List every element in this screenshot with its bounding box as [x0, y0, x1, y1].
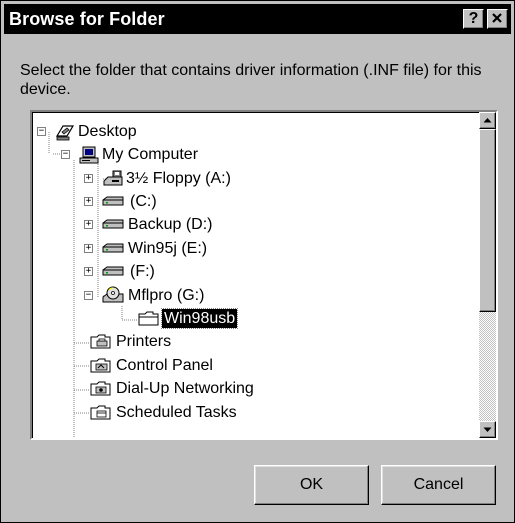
tree-item-label: Desktop — [78, 123, 137, 140]
floppy-drive-icon — [103, 170, 123, 186]
desktop-icon — [55, 125, 75, 141]
tree-item-label: Win95j (E:) — [128, 240, 208, 257]
expand-toggle[interactable]: + — [84, 267, 93, 276]
hard-drive-icon — [102, 196, 124, 206]
printers-folder-icon — [90, 334, 111, 349]
tree-item-drive-f[interactable]: + (F:) — [32, 260, 192, 284]
tree-item-drive-e[interactable]: + Win95j (E:) — [32, 237, 232, 261]
tree-item-label: Backup (D:) — [128, 216, 213, 233]
hard-drive-icon — [102, 266, 124, 276]
tree-item-drive-g[interactable]: − Mflpro (G:) — [32, 284, 232, 308]
instruction-text: Select the folder that contains driver i… — [20, 62, 482, 98]
tree-item-label: (F:) — [130, 263, 155, 280]
close-icon — [492, 13, 502, 23]
close-button[interactable] — [487, 9, 508, 29]
tree-item-label: My Computer — [102, 146, 199, 163]
dialup-networking-icon — [90, 381, 111, 396]
tree-item-control-panel[interactable]: Control Panel — [32, 354, 252, 378]
help-button[interactable]: ? — [463, 9, 484, 29]
cd-drive-icon — [102, 286, 124, 303]
browse-for-folder-dialog: Browse for Folder ? Select the folder th… — [0, 0, 515, 523]
scroll-up-button[interactable] — [479, 112, 496, 129]
tree-item-dialup-networking[interactable]: Dial-Up Networking — [32, 377, 312, 401]
collapse-toggle[interactable]: − — [61, 150, 70, 159]
folder-icon — [138, 311, 159, 326]
tree-item-floppy-a[interactable]: + 3½ Floppy (A:) — [32, 167, 252, 191]
scroll-down-button[interactable] — [479, 421, 496, 438]
hard-drive-icon — [102, 219, 124, 229]
scheduled-tasks-icon — [90, 405, 111, 420]
expand-toggle[interactable]: + — [84, 197, 93, 206]
collapse-toggle[interactable]: − — [37, 127, 46, 136]
computer-icon — [79, 146, 99, 164]
hard-drive-icon — [102, 243, 124, 253]
expand-toggle[interactable]: + — [84, 220, 93, 229]
scrollbar-thumb[interactable] — [479, 129, 496, 312]
tree-item-label: Printers — [116, 333, 172, 350]
tree-item-label: Scheduled Tasks — [116, 404, 237, 421]
expand-toggle[interactable]: + — [84, 174, 93, 183]
tree-item-label: Dial-Up Networking — [116, 380, 254, 397]
tree-item-label: Win98usb — [160, 308, 239, 329]
tree-item-drive-d[interactable]: + Backup (D:) — [32, 213, 232, 237]
tree-item-win98usb[interactable]: Win98usb — [32, 307, 292, 331]
folder-tree[interactable]: − Desktop − My Computer + 3½ Floppy (A:)… — [30, 110, 498, 440]
tree-item-desktop[interactable]: − Desktop — [32, 120, 172, 144]
cancel-button[interactable]: Cancel — [381, 465, 496, 505]
tree-item-scheduled-tasks[interactable]: Scheduled Tasks — [32, 401, 292, 425]
tree-item-drive-c[interactable]: + (C:) — [32, 190, 192, 214]
tree-item-printers[interactable]: Printers — [32, 330, 232, 354]
collapse-toggle[interactable]: − — [84, 291, 93, 300]
tree-item-label: Mflpro (G:) — [128, 287, 205, 304]
vertical-scrollbar[interactable] — [479, 112, 496, 438]
control-panel-icon — [90, 358, 111, 373]
tree-item-my-computer[interactable]: − My Computer — [32, 143, 232, 167]
tree-item-label: 3½ Floppy (A:) — [126, 170, 231, 187]
ok-button[interactable]: OK — [254, 465, 369, 505]
scroll-up-arrow-icon — [483, 118, 492, 123]
scroll-down-arrow-icon — [483, 427, 492, 432]
tree-item-label: (C:) — [130, 193, 157, 210]
title-bar[interactable]: Browse for Folder ? — [4, 4, 511, 34]
tree-item-label: Control Panel — [116, 357, 213, 374]
window-title: Browse for Folder — [9, 9, 165, 29]
expand-toggle[interactable]: + — [84, 244, 93, 253]
